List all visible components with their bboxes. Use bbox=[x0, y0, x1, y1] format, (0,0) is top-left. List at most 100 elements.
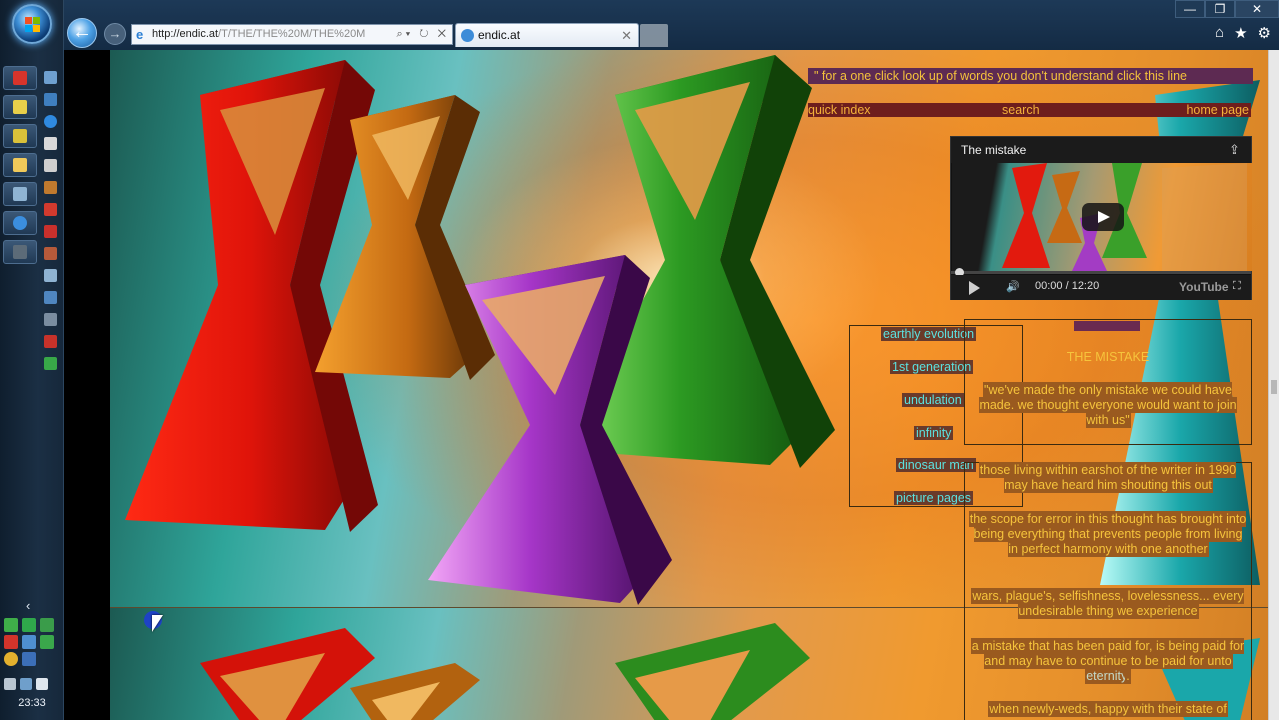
tray-expand-icon[interactable]: ‹ bbox=[26, 598, 30, 613]
tray-app-icon[interactable] bbox=[22, 618, 36, 632]
toc-picture-pages[interactable]: picture pages bbox=[894, 491, 974, 505]
tray-red-icon[interactable] bbox=[4, 635, 18, 649]
tools-gear-icon[interactable]: ⚙ bbox=[1258, 24, 1271, 42]
tray-blue2-icon[interactable] bbox=[22, 652, 36, 666]
windows-logo-icon bbox=[25, 17, 41, 33]
video-play-button[interactable] bbox=[1082, 203, 1124, 231]
film-icon[interactable] bbox=[42, 134, 58, 152]
taskbar-clock[interactable]: 23:33 bbox=[0, 697, 64, 709]
story-paragraph: when newly-weds, happy with their state … bbox=[989, 702, 1227, 716]
green-app-icon[interactable] bbox=[42, 354, 58, 372]
page-left-margin bbox=[64, 50, 110, 720]
mouse-cursor-icon bbox=[152, 615, 163, 632]
video-title[interactable]: The mistake bbox=[951, 137, 1251, 163]
new-tab-button[interactable] bbox=[640, 24, 668, 47]
story-paragraph: wars, plague's, selfishness, lovelessnes… bbox=[972, 589, 1244, 618]
volume-icon[interactable] bbox=[36, 678, 48, 690]
tool2-icon[interactable] bbox=[42, 244, 58, 262]
tab-endic[interactable]: endic.at ✕ bbox=[455, 23, 639, 47]
taskbar-app-notes-icon[interactable] bbox=[3, 95, 37, 119]
eternity-link[interactable]: eternity bbox=[1086, 669, 1127, 683]
youtube-embed[interactable]: The mistake ⇪ 🔊 00:00 / 12:20 YouTube ⛶ bbox=[950, 136, 1252, 300]
home-icon[interactable]: ⌂ bbox=[1215, 24, 1224, 42]
youtube-logo[interactable]: YouTube bbox=[1179, 280, 1229, 294]
document-icon[interactable] bbox=[42, 266, 58, 284]
tool-icon[interactable] bbox=[42, 178, 58, 196]
story-title: THE MISTAKE bbox=[1066, 350, 1150, 364]
story-badge bbox=[1074, 321, 1140, 331]
minimize-button[interactable]: — bbox=[1175, 0, 1205, 18]
pdf2-icon[interactable] bbox=[42, 222, 58, 240]
nav-quick-index[interactable]: quick index bbox=[808, 103, 871, 117]
site-nav-bar: quick index search home page bbox=[808, 103, 1251, 117]
network-tray-icon[interactable] bbox=[20, 678, 32, 690]
play-icon[interactable] bbox=[969, 281, 980, 295]
tab-title: endic.at bbox=[478, 28, 521, 42]
lookup-line-link[interactable]: " for a one click look up of words you d… bbox=[808, 68, 1253, 84]
tab-close-icon[interactable]: ✕ bbox=[621, 24, 632, 47]
browser-toolbar: ← → e http://endic.at/T/THE/THE%20M/THE%… bbox=[64, 0, 1279, 50]
story-paragraph: "we've made the only mistake we could ha… bbox=[979, 383, 1237, 427]
taskbar-app-sticky-icon[interactable] bbox=[3, 124, 37, 148]
story-paragraph: the scope for error in this thought has … bbox=[969, 512, 1247, 556]
window-controls: — ❐ ✕ bbox=[1175, 0, 1279, 18]
gray-app-icon[interactable] bbox=[42, 310, 58, 328]
tray-green-icon[interactable] bbox=[40, 635, 54, 649]
pinned-apps bbox=[3, 66, 37, 264]
film2-icon[interactable] bbox=[42, 156, 58, 174]
back-arrow-icon: ← bbox=[72, 21, 92, 43]
system-tray bbox=[4, 678, 48, 690]
fullscreen-icon[interactable]: ⛶ bbox=[1233, 280, 1241, 293]
filezilla-icon[interactable] bbox=[42, 332, 58, 350]
forward-button[interactable]: → bbox=[104, 23, 126, 45]
vertical-scrollbar[interactable] bbox=[1268, 50, 1279, 720]
share-icon[interactable]: ⇪ bbox=[1229, 143, 1243, 157]
scrollbar-thumb[interactable] bbox=[1271, 380, 1277, 394]
nav-home-page[interactable]: home page bbox=[1186, 103, 1249, 117]
url-path: /T/THE/THE%20M/THE%20M bbox=[218, 28, 366, 40]
toc-1st-generation[interactable]: 1st generation bbox=[890, 360, 974, 374]
address-bar[interactable]: e http://endic.at/T/THE/THE%20M/THE%20M … bbox=[131, 24, 453, 45]
taskbar-app-window-icon[interactable] bbox=[3, 240, 37, 264]
tray-app2-icon[interactable] bbox=[40, 618, 54, 632]
video-controls: 🔊 00:00 / 12:20 YouTube ⛶ bbox=[951, 275, 1251, 300]
forward-arrow-icon: → bbox=[108, 26, 122, 41]
restore-button[interactable]: ❐ bbox=[1205, 0, 1235, 18]
tray-check-icon[interactable] bbox=[4, 618, 18, 632]
notification-area bbox=[4, 618, 55, 666]
tray-blue-icon[interactable] bbox=[22, 635, 36, 649]
favorites-star-icon[interactable]: ★ bbox=[1234, 24, 1247, 42]
close-button[interactable]: ✕ bbox=[1235, 0, 1279, 18]
taskbar-app-computer-icon[interactable] bbox=[3, 182, 37, 206]
video-progress-bar[interactable] bbox=[951, 268, 1251, 277]
volume-icon[interactable]: 🔊 bbox=[1006, 280, 1020, 293]
ie-icon[interactable] bbox=[42, 112, 58, 130]
taskbar-app-media-icon[interactable] bbox=[3, 66, 37, 90]
toc-undulation[interactable]: undulation bbox=[902, 393, 964, 407]
quick-launch bbox=[42, 68, 58, 372]
network-icon[interactable] bbox=[42, 288, 58, 306]
nav-search[interactable]: search bbox=[1002, 103, 1040, 117]
url-host: http://endic.at bbox=[152, 28, 219, 40]
tab-favicon-icon bbox=[461, 29, 474, 42]
taskbar-app-folder-icon[interactable] bbox=[3, 153, 37, 177]
toc-infinity[interactable]: infinity bbox=[914, 426, 954, 440]
pdf-icon[interactable] bbox=[42, 200, 58, 218]
start-button[interactable] bbox=[12, 4, 52, 44]
windows-taskbar: ‹ 23:33 bbox=[0, 0, 64, 720]
story-paragraph: a mistake that has been paid for, is bei… bbox=[971, 639, 1245, 683]
display-icon[interactable] bbox=[42, 90, 58, 108]
taskbar-app-internet-explorer-icon[interactable] bbox=[3, 211, 37, 235]
video-time: 00:00 / 12:20 bbox=[1035, 280, 1100, 292]
toc-earthly-evolution[interactable]: earthly evolution bbox=[881, 327, 977, 341]
desktop-screen: ‹ 23:33 ← → e http://endic.at/T/THE/THE%… bbox=[0, 0, 1279, 720]
video-thumbnail[interactable] bbox=[952, 163, 1252, 271]
tray-chrome-icon[interactable] bbox=[4, 652, 18, 666]
address-bar-controls[interactable]: ⌕▾ ↻ ✕ bbox=[393, 25, 452, 44]
page-favicon-icon: e bbox=[136, 27, 144, 42]
monitor-icon[interactable] bbox=[42, 68, 58, 86]
page-viewport: " for a one click look up of words you d… bbox=[64, 50, 1268, 720]
action-center-icon[interactable] bbox=[4, 678, 16, 690]
command-icons: ⌂ ★ ⚙ bbox=[1215, 24, 1271, 42]
back-button[interactable]: ← bbox=[67, 18, 97, 48]
